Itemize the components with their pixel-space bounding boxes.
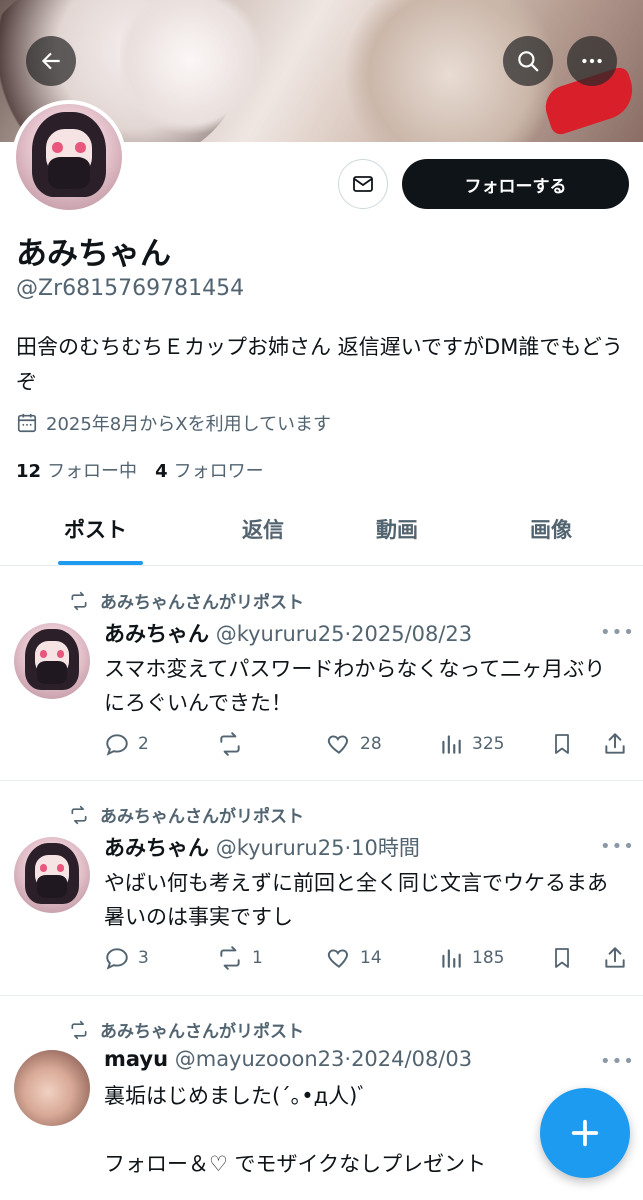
post[interactable]: あみちゃんさんがリポスト mayu @mayuzooon23·2024/08/0… xyxy=(0,995,643,1200)
followers-count: 4 xyxy=(155,461,168,482)
search-icon xyxy=(518,51,539,72)
bookmark-button[interactable] xyxy=(550,945,574,971)
profile-avatar[interactable] xyxy=(12,100,126,214)
post-avatar[interactable] xyxy=(14,837,90,913)
post-meta: @kyururu25·10時間 xyxy=(215,836,420,860)
share-icon xyxy=(605,947,625,968)
reply-button[interactable]: 3 xyxy=(104,945,149,971)
views-button[interactable]: 325 xyxy=(438,731,504,757)
views-count: 185 xyxy=(472,948,505,968)
repost-indicator: あみちゃんさんがリポスト xyxy=(68,802,304,827)
profile-name: あみちゃん xyxy=(16,236,171,272)
repost-button[interactable]: 1 xyxy=(216,945,263,971)
post-more-icon[interactable]: ••• xyxy=(600,836,635,857)
post-actions: 3 1 14 185 xyxy=(104,945,629,975)
following-label: フォロー中 xyxy=(47,461,138,482)
active-tab-indicator xyxy=(58,561,143,565)
tab-images[interactable]: 画像 xyxy=(530,514,572,544)
views-icon xyxy=(442,735,461,754)
post-author-name[interactable]: mayu xyxy=(104,1047,168,1071)
arrow-left-icon xyxy=(41,52,60,70)
post-header: あみちゃん @kyururu25·10時間 xyxy=(104,832,420,862)
follow-counts: 12 フォロー中 4 フォロワー xyxy=(16,457,264,483)
like-button[interactable]: 14 xyxy=(326,945,382,971)
plus-icon xyxy=(571,1119,599,1147)
back-button[interactable] xyxy=(26,36,76,86)
views-count: 325 xyxy=(472,734,505,754)
following-link[interactable]: 12 フォロー中 xyxy=(16,457,137,483)
post-avatar[interactable] xyxy=(14,623,90,699)
repost-icon xyxy=(71,1020,87,1039)
post-header: あみちゃん @kyururu25·2025/08/23 xyxy=(104,618,472,648)
post[interactable]: あみちゃんさんがリポスト あみちゃん @kyururu25·10時間 ••• や… xyxy=(0,780,643,996)
post-actions: 2 28 325 xyxy=(104,731,629,761)
repost-button[interactable] xyxy=(216,731,252,757)
profile-handle: @Zr6815769781454 xyxy=(16,276,245,301)
post-header: mayu @mayuzooon23·2024/08/03 xyxy=(104,1047,472,1071)
joined-date: 2025年8月からXを利用しています xyxy=(16,410,331,436)
repost-label: あみちゃんさんがリポスト xyxy=(100,807,304,827)
more-horizontal-icon xyxy=(582,58,602,64)
bookmark-icon xyxy=(555,734,569,754)
repost-label: あみちゃんさんがリポスト xyxy=(100,1022,304,1042)
like-count: 28 xyxy=(360,734,382,754)
repost-icon xyxy=(220,732,240,756)
post-author-name[interactable]: あみちゃん xyxy=(104,622,209,646)
reply-count: 3 xyxy=(138,948,149,968)
compose-button[interactable] xyxy=(540,1088,630,1178)
tab-videos[interactable]: 動画 xyxy=(376,514,418,544)
reply-count: 2 xyxy=(138,734,149,754)
repost-icon xyxy=(71,591,87,610)
follow-button[interactable]: フォローする xyxy=(402,159,629,209)
post-meta: @kyururu25·2025/08/23 xyxy=(215,622,473,646)
banner-image-part xyxy=(120,0,260,140)
post-more-icon[interactable]: ••• xyxy=(600,622,635,643)
views-icon xyxy=(442,949,461,968)
repost-indicator: あみちゃんさんがリポスト xyxy=(68,588,304,613)
like-button[interactable]: 28 xyxy=(326,731,382,757)
bookmark-icon xyxy=(555,948,569,968)
repost-icon xyxy=(71,805,87,824)
post[interactable]: あみちゃんさんがリポスト あみちゃん @kyururu25·2025/08/23… xyxy=(0,566,643,781)
post-author-name[interactable]: あみちゃん xyxy=(104,836,209,860)
more-button[interactable] xyxy=(567,36,617,86)
calendar-icon xyxy=(17,413,37,433)
profile-bio: 田舎のむちむちＥカップお姉さん 返信遅いですがDM誰でもどうぞ xyxy=(16,335,623,394)
avatar-image xyxy=(16,104,122,210)
reply-icon xyxy=(106,948,128,970)
views-button[interactable]: 185 xyxy=(438,945,504,971)
mail-icon xyxy=(353,176,373,192)
following-count: 12 xyxy=(16,461,42,482)
heart-icon xyxy=(327,735,348,754)
message-button[interactable] xyxy=(338,159,388,209)
bookmark-button[interactable] xyxy=(550,731,574,757)
post-text: スマホ変えてパスワードわからなくなって二ヶ月ぶりにろぐいんできた！ xyxy=(104,657,606,715)
profile-tabs: ポスト 返信 動画 画像 xyxy=(0,500,643,566)
followers-link[interactable]: 4 フォロワー xyxy=(155,457,264,483)
post-avatar[interactable] xyxy=(14,1050,90,1126)
reply-icon xyxy=(106,734,128,756)
joined-text: 2025年8月からXを利用しています xyxy=(46,414,332,435)
post-text: やばい何も考えずに前回と全く同じ文言でウケるまあ暑いのは事実ですし xyxy=(104,871,608,929)
post-more-icon[interactable]: ••• xyxy=(600,1051,635,1072)
search-button[interactable] xyxy=(503,36,553,86)
share-button[interactable] xyxy=(602,731,628,757)
reply-button[interactable]: 2 xyxy=(104,731,149,757)
repost-label: あみちゃんさんがリポスト xyxy=(100,593,304,613)
like-count: 14 xyxy=(360,948,382,968)
heart-icon xyxy=(327,949,348,968)
followers-label: フォロワー xyxy=(173,461,264,482)
share-icon xyxy=(605,733,625,754)
tab-posts[interactable]: ポスト xyxy=(64,514,127,544)
share-button[interactable] xyxy=(602,945,628,971)
repost-icon xyxy=(220,946,240,970)
repost-indicator: あみちゃんさんがリポスト xyxy=(68,1017,304,1042)
post-meta: @mayuzooon23·2024/08/03 xyxy=(174,1047,473,1071)
tab-replies[interactable]: 返信 xyxy=(242,514,284,544)
repost-count: 1 xyxy=(252,948,263,968)
